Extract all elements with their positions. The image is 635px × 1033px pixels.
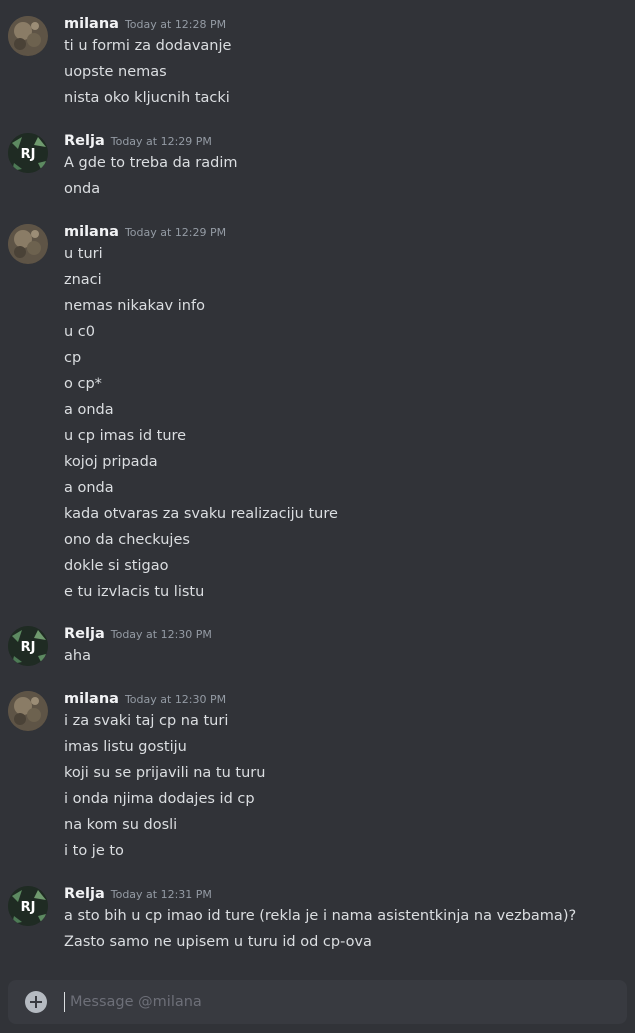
message-header: milana Today at 12:29 PM bbox=[64, 221, 226, 240]
message-header: milana Today at 12:28 PM bbox=[64, 13, 226, 32]
rj-avatar-text: RJ bbox=[21, 147, 36, 162]
rj-avatar[interactable]: RJ bbox=[8, 626, 48, 666]
timestamp: Today at 12:29 PM bbox=[110, 135, 212, 148]
message-text: i onda njima dodajes id cp bbox=[64, 791, 255, 807]
message-composer[interactable]: Message @milana bbox=[8, 980, 627, 1024]
rj-avatar[interactable]: RJ bbox=[8, 133, 48, 173]
milana-avatar[interactable] bbox=[8, 691, 48, 731]
username[interactable]: Relja bbox=[64, 626, 105, 642]
message-text: kojoj pripada bbox=[64, 454, 158, 470]
message-text: nista oko kljucnih tacki bbox=[64, 90, 230, 106]
message-header: Relja Today at 12:29 PM bbox=[64, 130, 212, 149]
message-text: e tu izvlacis tu listu bbox=[64, 584, 205, 600]
message-text: u turi bbox=[64, 246, 103, 262]
message-text: A gde to treba da radim bbox=[64, 155, 238, 171]
message-text: i za svaki taj cp na turi bbox=[64, 713, 229, 729]
timestamp: Today at 12:29 PM bbox=[124, 226, 227, 239]
username[interactable]: milana bbox=[64, 224, 119, 240]
message-text: i to je to bbox=[64, 843, 124, 859]
message-text: aha bbox=[64, 648, 91, 664]
message-text: cp bbox=[64, 350, 82, 366]
message-text: znaci bbox=[64, 272, 102, 288]
message-text: dokle si stigao bbox=[64, 558, 169, 574]
rj-avatar[interactable]: RJ bbox=[8, 886, 48, 926]
message-text: a onda bbox=[64, 402, 114, 418]
message-text: a onda bbox=[64, 480, 114, 496]
username[interactable]: Relja bbox=[64, 133, 105, 149]
message-text: u c0 bbox=[64, 324, 95, 340]
milana-avatar[interactable] bbox=[8, 16, 48, 56]
timestamp: Today at 12:30 PM bbox=[110, 628, 212, 641]
message-text: kada otvaras za svaku realizaciju ture bbox=[64, 506, 338, 522]
timestamp: Today at 12:30 PM bbox=[124, 693, 227, 706]
rj-avatar-text: RJ bbox=[21, 640, 36, 655]
message-text: o cp* bbox=[64, 376, 102, 392]
message-text: uopste nemas bbox=[64, 64, 167, 80]
timestamp: Today at 12:31 PM bbox=[110, 888, 212, 901]
message-header: milana Today at 12:30 PM bbox=[64, 688, 226, 707]
message-text: u cp imas id ture bbox=[64, 428, 187, 444]
message-text: nemas nikakav info bbox=[64, 298, 205, 314]
username[interactable]: milana bbox=[64, 16, 119, 32]
message-input-placeholder[interactable]: Message @milana bbox=[70, 992, 202, 1012]
username[interactable]: milana bbox=[64, 691, 119, 707]
rj-avatar-text: RJ bbox=[21, 900, 36, 915]
message-text: onda bbox=[64, 181, 101, 197]
add-attachment-icon[interactable] bbox=[25, 991, 47, 1013]
timestamp: Today at 12:28 PM bbox=[124, 18, 227, 31]
message-text: Zasto samo ne upisem u turu id od cp-ova bbox=[64, 934, 372, 950]
message-header: Relja Today at 12:30 PM bbox=[64, 623, 212, 642]
message-text: koji su se prijavili na tu turu bbox=[64, 765, 266, 781]
username[interactable]: Relja bbox=[64, 886, 105, 902]
milana-avatar[interactable] bbox=[8, 224, 48, 264]
message-text: na kom su dosli bbox=[64, 817, 178, 833]
message-text: a sto bih u cp imao id ture (rekla je i … bbox=[64, 908, 577, 924]
message-header: Relja Today at 12:31 PM bbox=[64, 883, 212, 902]
text-caret bbox=[64, 992, 65, 1012]
message-text: ono da checkujes bbox=[64, 532, 190, 548]
message-text: ti u formi za dodavanje bbox=[64, 38, 232, 54]
message-text: imas listu gostiju bbox=[64, 739, 187, 755]
